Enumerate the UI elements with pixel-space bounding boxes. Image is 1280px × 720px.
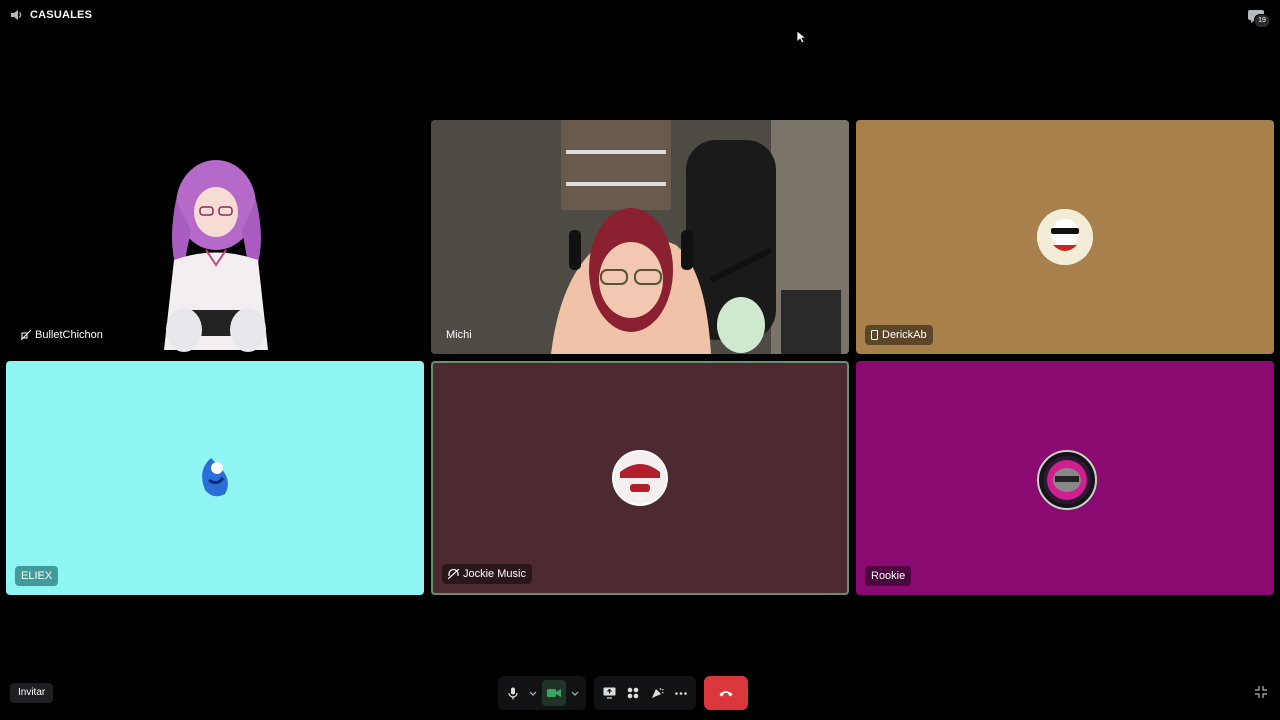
camera-options-button[interactable] [568,680,582,706]
hang-up-icon [719,690,733,696]
avatar-image [1037,209,1093,265]
fullscreen-icon [1255,686,1267,698]
chevron-down-icon [529,691,537,696]
screen-share-button[interactable] [598,680,620,706]
microphone-button[interactable] [502,680,524,706]
chat-count-badge: 19 [1254,14,1270,28]
mobile-icon [871,330,878,340]
camera-off-icon [21,330,31,340]
activity-controls [594,676,696,710]
video-camera-icon [547,689,561,697]
participant-name-label: Michi [446,329,472,341]
participant-tile-michi[interactable]: Michi [431,120,849,354]
deafened-icon [448,569,459,579]
mouse-cursor-icon [796,30,806,44]
avatar [612,450,668,506]
audio-video-controls [498,676,586,710]
call-controls [498,676,748,710]
activities-button[interactable] [622,680,644,706]
avatar [1037,450,1097,510]
participant-name-label: BulletChichon [15,325,109,345]
avatar [1037,209,1093,265]
avatar-image [202,458,228,497]
screen-share-icon [603,687,615,699]
avatar [187,450,243,506]
soundboard-button[interactable] [646,680,668,706]
participant-name-label: DerickAb [865,325,933,345]
more-options-icon [675,691,687,695]
more-options-button[interactable] [670,680,692,706]
participant-tile-eliex[interactable]: ELIEX [6,361,424,595]
invite-button[interactable]: Invitar [10,683,54,703]
participant-name-label: ELIEX [15,566,59,586]
fullscreen-button[interactable] [1254,685,1270,701]
speaker-icon [11,10,22,20]
camera-button[interactable] [542,680,566,706]
activities-icon [627,687,639,699]
chat-button[interactable]: 19 [1248,8,1270,28]
participant-tile-rookie[interactable]: Rookie [856,361,1274,595]
participant-name-label: Jockie Music [442,564,532,584]
microphone-icon [508,687,518,699]
top-bar: CASUALES 19 [0,0,1280,32]
disconnect-button[interactable] [704,676,748,710]
microphone-options-button[interactable] [526,680,540,706]
chevron-down-icon [571,691,579,696]
channel-name: CASUALES [30,9,93,21]
vtuber-avatar-image [164,160,268,352]
participant-name-label: Rookie [865,566,912,586]
participant-tile-jockie-music[interactable]: Jockie Music [431,361,849,595]
participant-tile-derickab[interactable]: DerickAb [856,120,1274,354]
channel-header[interactable]: CASUALES [10,9,92,21]
participant-tile-bulletchichon[interactable]: BulletChichon [6,120,424,354]
webcam-video-feed [431,120,849,354]
soundboard-icon [651,687,664,698]
avatar-image [614,452,666,504]
avatar-image [1043,456,1091,504]
